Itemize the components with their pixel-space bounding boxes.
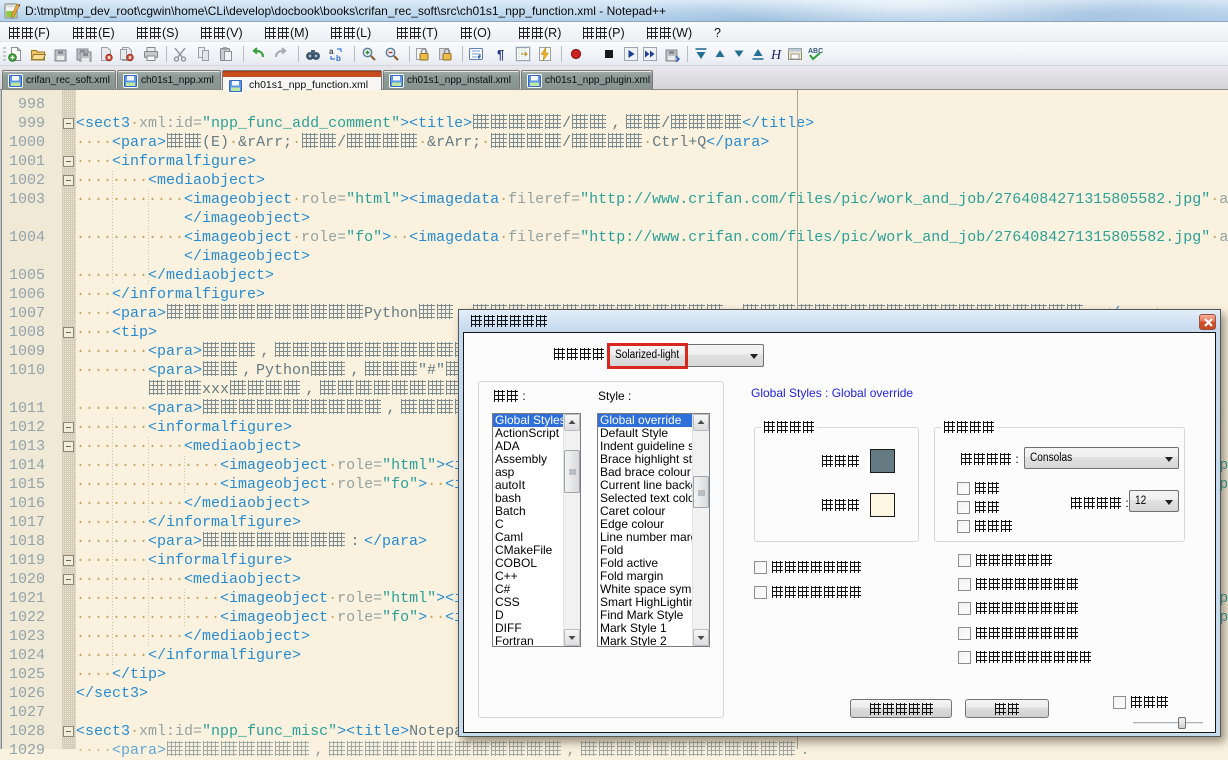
svg-text:H: H (770, 48, 782, 62)
svg-text:ABC: ABC (808, 48, 823, 55)
svg-text:a: a (329, 47, 334, 56)
svg-text:b: b (336, 54, 341, 62)
svg-text:¶: ¶ (497, 47, 504, 62)
